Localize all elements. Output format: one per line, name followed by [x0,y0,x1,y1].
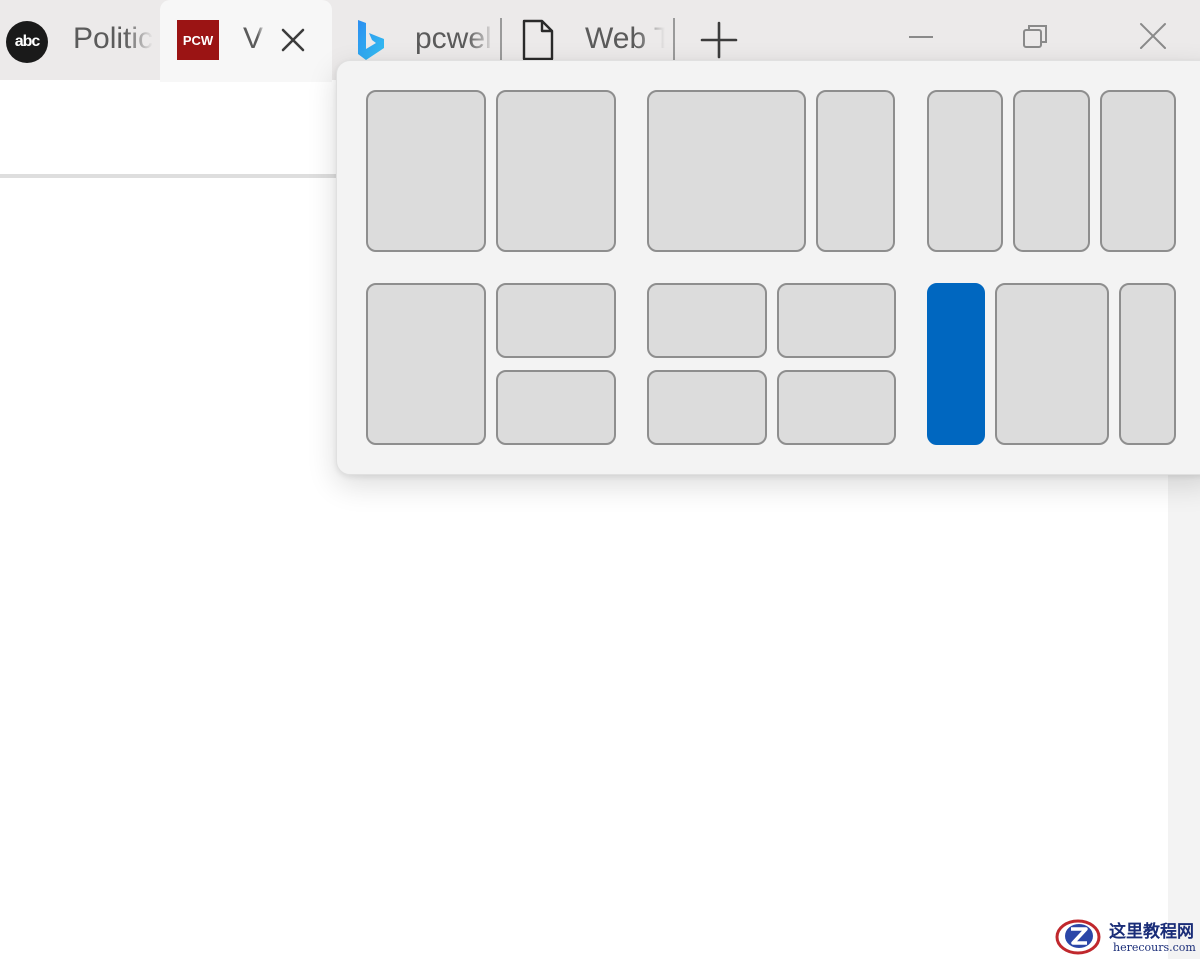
snap-layout-left-half-right-quarters [366,283,616,445]
address-bar[interactable] [0,92,340,168]
snap-layouts-flyout [336,60,1200,475]
snap-zone-narrow-right[interactable] [816,90,895,252]
snap-zone-bottom-right[interactable] [496,370,616,445]
close-icon[interactable] [275,22,311,58]
close-window-icon[interactable] [1133,18,1173,58]
snap-zone-right-half[interactable] [496,90,616,252]
tab-title: Politic [73,22,153,55]
watermark-subtitle: herecours.com [1113,941,1196,954]
document-icon [522,19,554,61]
snap-zone-top-right[interactable] [777,283,896,358]
snap-layout-two-halves [366,90,616,252]
snap-layout-two-thirds-left [647,90,897,252]
bing-icon [358,20,384,60]
snap-zone-right-narrow[interactable] [1119,283,1176,445]
tab-title: V [243,22,264,55]
tab-separator [673,18,675,62]
snap-zone-column-2[interactable] [1013,90,1090,252]
tab-separator [500,18,502,62]
snap-zone-center-wide[interactable] [995,283,1109,445]
toolbar-divider [0,174,340,178]
snap-zone-bottom-right[interactable] [777,370,896,445]
snap-zone-top-left[interactable] [647,283,767,358]
pcw-favicon-icon: PCW [177,20,219,60]
watermark: 这里教程网 herecours.com [1053,914,1198,958]
restore-icon[interactable] [1016,18,1056,58]
snap-layout-wide-center-three-columns [927,283,1176,445]
snap-zone-left-half[interactable] [366,283,486,445]
scrollbar[interactable] [1168,470,1200,959]
snap-zone-column-3[interactable] [1100,90,1176,252]
snap-zone-large-left[interactable] [647,90,806,252]
browser-window: abc Politic PCW V pcwel Web T 这里教程网 here… [0,0,1200,959]
tab-politics[interactable]: abc Politic [0,0,160,80]
snap-zone-bottom-left[interactable] [647,370,767,445]
watermark-title: 这里教程网 [1109,922,1194,942]
watermark-logo-icon [1055,919,1101,955]
snap-zone-top-right[interactable] [496,283,616,358]
abc-favicon-icon: abc [6,21,48,63]
tab-pcworld-active[interactable]: PCW V [160,0,332,82]
snap-layout-four-quarters [647,283,896,445]
snap-zone-left-half[interactable] [366,90,486,252]
snap-zone-column-1[interactable] [927,90,1003,252]
plus-icon[interactable] [697,20,741,60]
snap-zone-left-narrow-highlighted[interactable] [927,283,985,445]
snap-layout-three-columns [927,90,1176,252]
tab-title: Web T [585,22,665,55]
minimize-icon[interactable] [901,18,941,58]
tab-title: pcwel [415,22,492,55]
